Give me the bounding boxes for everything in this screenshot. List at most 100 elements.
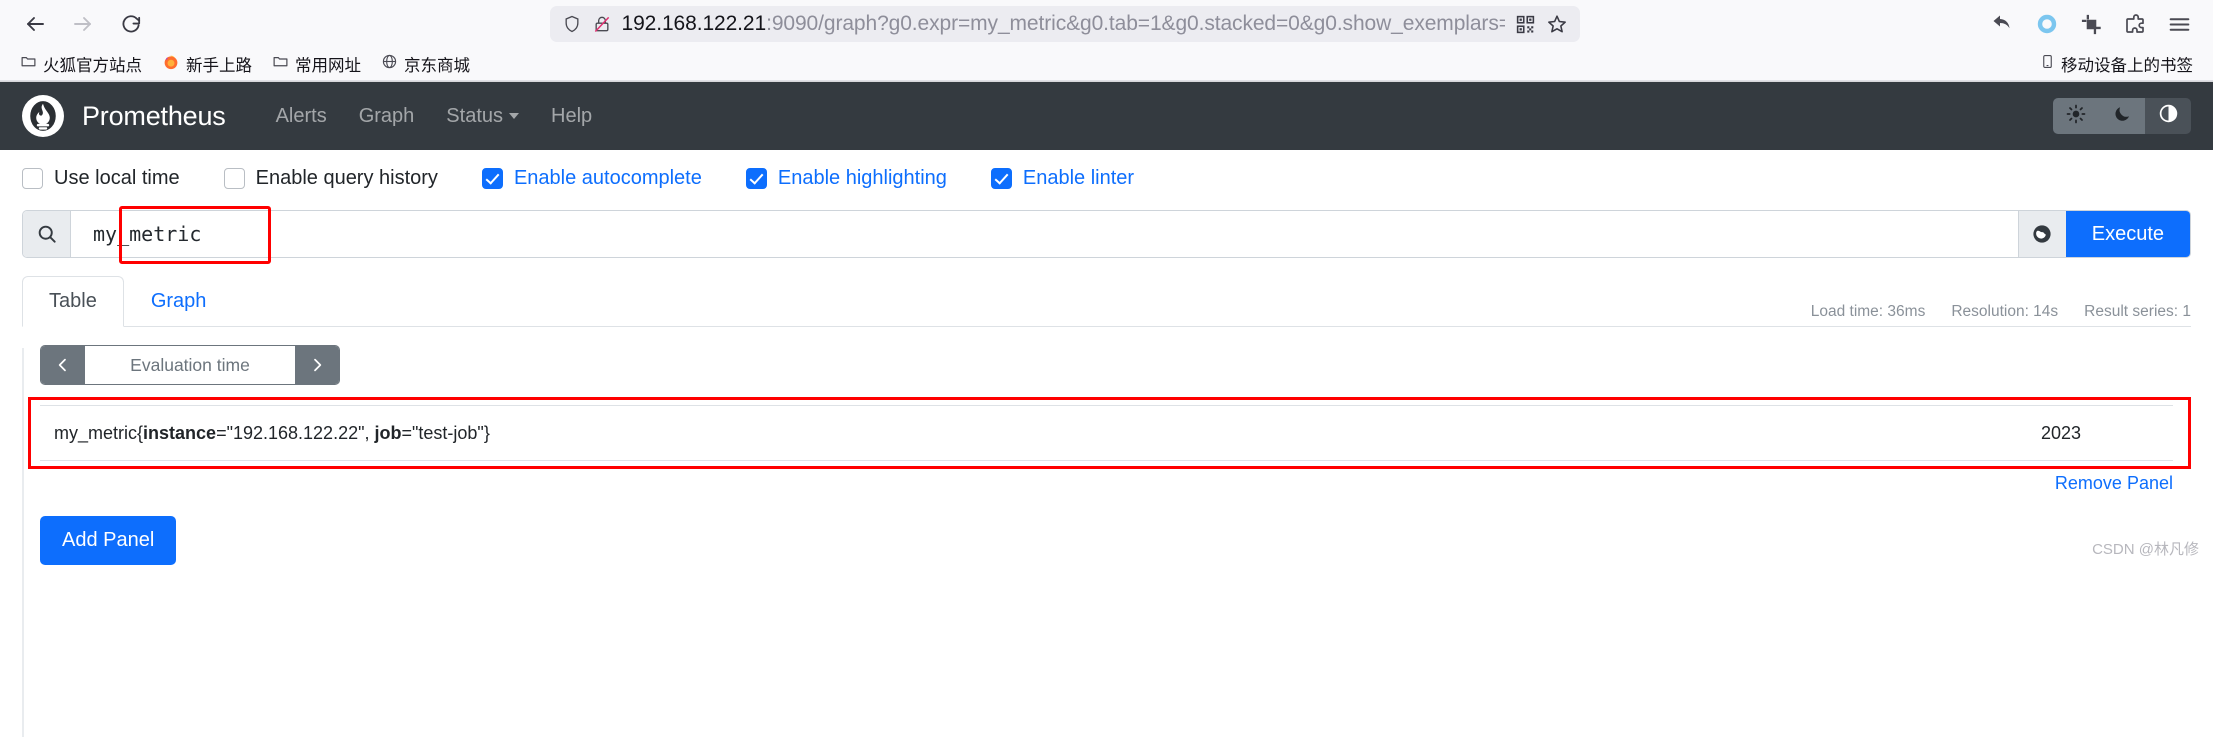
browser-chrome: 192.168.122.21:9090/graph?g0.expr=my_met… <box>0 0 2213 82</box>
bookmark-label: 火狐官方站点 <box>43 57 142 75</box>
auto-theme-button[interactable] <box>2145 98 2191 134</box>
prometheus-logo-icon[interactable] <box>22 95 64 137</box>
url-bar[interactable]: 192.168.122.21:9090/graph?g0.expr=my_met… <box>549 6 1580 42</box>
extension-puzzle-icon[interactable] <box>2115 5 2155 43</box>
series-label-key-job: job <box>374 422 402 443</box>
browser-nav-bar: 192.168.122.21:9090/graph?g0.expr=my_met… <box>0 0 2213 48</box>
sun-icon <box>2066 104 2086 129</box>
execute-button[interactable]: Execute <box>2065 211 2190 257</box>
nav-link-label: Help <box>551 104 593 127</box>
tab-table[interactable]: Table <box>22 276 124 327</box>
query-bar: my_metric Execute <box>22 206 2191 264</box>
remove-panel-link[interactable]: Remove Panel <box>40 473 2173 494</box>
moon-icon <box>2113 104 2132 128</box>
folder-icon <box>272 53 289 75</box>
prometheus-brand[interactable]: Prometheus <box>82 101 226 132</box>
sync-circle-icon[interactable] <box>2027 5 2067 43</box>
bookmark-item-1[interactable]: 新手上路 <box>154 49 260 79</box>
bookmark-label: 京东商城 <box>404 57 470 75</box>
eval-time-next-button[interactable] <box>295 346 339 384</box>
result-table: my_metric{instance="192.168.122.22", job… <box>40 405 2173 461</box>
tab-graph[interactable]: Graph <box>124 276 234 327</box>
series-eq: = <box>216 422 227 443</box>
reload-button[interactable] <box>110 5 152 43</box>
page-content: Use local time Enable query history Enab… <box>0 150 2213 737</box>
resolution-stat: Resolution: 14s <box>1951 303 2059 320</box>
search-icon <box>23 211 71 257</box>
checkbox-enable-linter[interactable] <box>990 167 1012 189</box>
query-expression-text: my_metric <box>93 222 202 246</box>
option-label: Enable linter <box>1022 166 1135 189</box>
series-label-key-instance: instance <box>143 422 217 443</box>
option-label: Use local time <box>54 166 180 189</box>
checkbox-enable-query-history[interactable] <box>223 167 245 189</box>
eval-time-label[interactable]: Evaluation time <box>85 346 295 384</box>
bookmarks-bar: 火狐官方站点 新手上路 常用网址 京东商城 移动设备上的书签 <box>0 48 2213 81</box>
prometheus-navbar: Prometheus Alerts Graph Status Help <box>0 82 2213 150</box>
dark-theme-button[interactable] <box>2099 98 2145 134</box>
series-sep: , <box>364 422 375 443</box>
checkbox-enable-autocomplete[interactable] <box>481 167 503 189</box>
url-text[interactable]: 192.168.122.21:9090/graph?g0.expr=my_met… <box>622 12 1505 36</box>
option-enable-linter[interactable]: Enable linter <box>990 166 1135 190</box>
qr-code-icon[interactable] <box>1515 14 1536 35</box>
url-path: :9090/graph?g0.expr=my_metric&g0.tab=1&g… <box>766 12 1504 35</box>
forward-button[interactable] <box>62 5 104 43</box>
folder-icon <box>20 53 37 75</box>
undo-icon[interactable] <box>1983 5 2023 43</box>
series-close-brace: } <box>483 422 490 443</box>
series-value: 2023 <box>2040 422 2081 443</box>
tracking-shield-icon[interactable] <box>562 14 582 34</box>
nav-link-status[interactable]: Status <box>430 105 535 128</box>
table-row[interactable]: my_metric{instance="192.168.122.22", job… <box>40 406 2173 460</box>
watermark: CSDN @林凡修 <box>2092 541 2199 558</box>
option-enable-query-history[interactable]: Enable query history <box>223 166 438 190</box>
series-label-value-instance: "192.168.122.22" <box>226 422 365 443</box>
option-label: Enable query history <box>255 166 438 189</box>
nav-link-graph[interactable]: Graph <box>343 105 431 128</box>
bookmark-item-mobile[interactable]: 移动设备上的书签 <box>2032 49 2201 79</box>
firefox-icon <box>162 53 180 76</box>
bookmark-label: 新手上路 <box>186 57 252 75</box>
nav-link-label: Graph <box>358 104 415 127</box>
option-label: Enable autocomplete <box>513 166 702 189</box>
query-options-row: Use local time Enable query history Enab… <box>22 150 2191 206</box>
screenshot-crop-icon[interactable] <box>2071 5 2111 43</box>
nav-link-label: Alerts <box>275 104 327 127</box>
nav-link-alerts[interactable]: Alerts <box>260 105 343 128</box>
nav-link-help[interactable]: Help <box>535 105 608 128</box>
add-panel-wrapper: Add Panel <box>40 516 2191 565</box>
option-label: Enable highlighting <box>777 166 947 189</box>
add-panel-button[interactable]: Add Panel <box>40 516 177 565</box>
back-button[interactable] <box>14 5 56 43</box>
bookmark-item-0[interactable]: 火狐官方站点 <box>12 49 150 79</box>
lock-crossed-icon[interactable] <box>592 14 612 34</box>
bookmark-item-2[interactable]: 常用网址 <box>264 49 369 79</box>
nav-link-label: Status <box>446 104 503 127</box>
chevron-down-icon <box>509 113 519 119</box>
bookmark-item-3[interactable]: 京东商城 <box>373 49 478 79</box>
bookmark-star-icon[interactable] <box>1546 13 1568 35</box>
checkbox-use-local-time[interactable] <box>22 167 43 189</box>
result-tabs: Table Graph Load time: 36ms Resolution: … <box>22 276 2191 327</box>
series-label-set: my_metric{instance="192.168.122.22", job… <box>54 423 490 444</box>
metrics-explorer-icon[interactable] <box>2017 211 2066 257</box>
theme-toggle-group <box>2053 98 2191 134</box>
query-input[interactable]: my_metric <box>71 206 2018 264</box>
browser-toolbar-right <box>1977 5 2199 43</box>
series-label-value-job: "test-job" <box>412 422 484 443</box>
half-circle-icon <box>2158 103 2179 129</box>
hamburger-menu-icon[interactable] <box>2159 5 2199 43</box>
result-series-stat: Result series: 1 <box>2084 303 2191 320</box>
option-enable-autocomplete[interactable]: Enable autocomplete <box>481 166 702 190</box>
url-host: 192.168.122.21 <box>621 12 767 35</box>
checkbox-enable-highlighting[interactable] <box>745 167 767 189</box>
bookmark-label: 常用网址 <box>295 57 361 75</box>
query-stats: Load time: 36ms Resolution: 14s Result s… <box>1811 303 2191 327</box>
eval-time-prev-button[interactable] <box>41 346 85 384</box>
globe-icon <box>381 53 398 75</box>
option-enable-highlighting[interactable]: Enable highlighting <box>745 166 947 190</box>
option-use-local-time[interactable]: Use local time <box>22 167 180 190</box>
light-theme-button[interactable] <box>2053 98 2099 134</box>
series-metric-name: my_metric <box>54 422 138 443</box>
